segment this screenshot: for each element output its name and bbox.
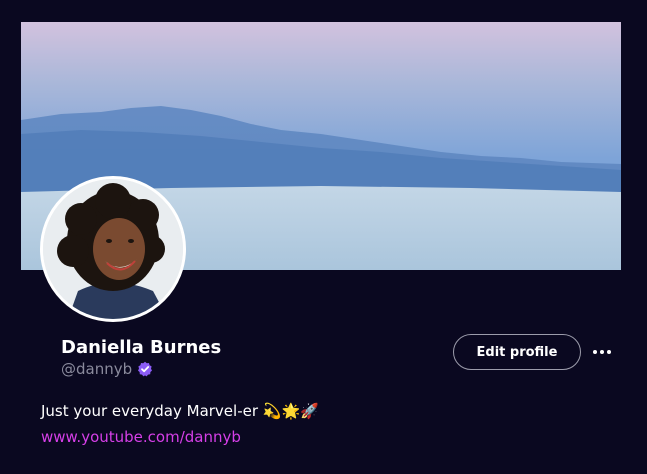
profile-website-link[interactable]: www.youtube.com/dannyb [41,428,241,446]
profile-page: Daniella Burnes @dannyb Edit profile Jus… [0,0,647,474]
profile-bio: Just your everyday Marvel-er 💫🌟🚀 [41,402,319,420]
profile-avatar[interactable] [40,176,186,322]
more-horizontal-icon [607,350,611,354]
edit-profile-button[interactable]: Edit profile [453,334,581,370]
profile-handle-row: @dannyb [61,360,153,378]
more-options-button[interactable] [590,343,614,361]
more-horizontal-icon [600,350,604,354]
profile-handle: @dannyb [61,360,133,378]
verified-badge-icon [137,361,153,377]
profile-display-name: Daniella Burnes [61,337,222,358]
more-horizontal-icon [593,350,597,354]
